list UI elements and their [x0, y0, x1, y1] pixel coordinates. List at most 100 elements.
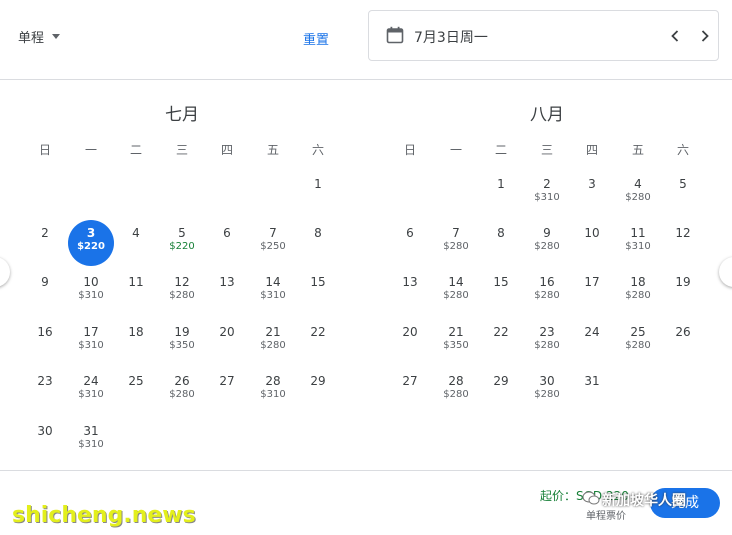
- calendar-day[interactable]: 6: [204, 220, 250, 266]
- calendar-day[interactable]: 24 $310: [68, 368, 114, 414]
- calendar-day[interactable]: 5: [660, 171, 706, 217]
- day-number: 1: [314, 177, 322, 191]
- calendar-day[interactable]: 9: [22, 269, 68, 315]
- calendar-day[interactable]: 28 $310: [250, 368, 296, 414]
- calendar-day[interactable]: 18: [113, 319, 159, 365]
- calendar-day[interactable]: 11: [113, 269, 159, 315]
- calendar-day[interactable]: 13: [387, 269, 433, 315]
- day-number: 12: [174, 275, 190, 289]
- calendar-day[interactable]: 10 $310: [68, 269, 114, 315]
- calendar-day[interactable]: 9 $280: [524, 220, 570, 266]
- calendar-day[interactable]: 31: [569, 368, 615, 414]
- next-date-button[interactable]: [695, 26, 715, 46]
- calendar-day[interactable]: 31 $310: [68, 418, 114, 464]
- previous-month-button[interactable]: [0, 257, 10, 287]
- calendar-day[interactable]: 18 $280: [615, 269, 661, 315]
- day-number: 4: [132, 226, 140, 240]
- next-month-button[interactable]: [719, 257, 732, 287]
- calendar-day[interactable]: 29: [295, 368, 341, 414]
- calendar-day[interactable]: 19: [660, 269, 706, 315]
- calendar-day[interactable]: 14 $280: [433, 269, 479, 315]
- reset-button[interactable]: 重置: [303, 29, 329, 48]
- calendar-day[interactable]: 19 $350: [159, 319, 205, 365]
- calendar-day[interactable]: 20: [204, 319, 250, 365]
- calendar-day-selected[interactable]: 3 $220: [68, 220, 114, 266]
- calendar-day[interactable]: 29: [478, 368, 524, 414]
- day-price: $310: [78, 439, 104, 450]
- calendar-day[interactable]: 17 $310: [68, 319, 114, 365]
- day-number: 8: [314, 226, 322, 240]
- trip-type-dropdown[interactable]: 单程: [18, 27, 61, 46]
- day-number: 25: [630, 325, 646, 339]
- calendar-day[interactable]: 26: [660, 319, 706, 365]
- calendar-day[interactable]: 22: [478, 319, 524, 365]
- calendar-day[interactable]: 4 $280: [615, 171, 661, 217]
- previous-date-button[interactable]: [665, 26, 685, 46]
- calendar-day[interactable]: 12: [660, 220, 706, 266]
- calendar-day[interactable]: 20: [387, 319, 433, 365]
- calendar-day[interactable]: 25 $280: [615, 319, 661, 365]
- day-price: $280: [625, 290, 651, 301]
- calendar-day[interactable]: 4: [113, 220, 159, 266]
- day-price: $310: [534, 192, 560, 203]
- day-number: 6: [406, 226, 414, 240]
- calendar-day[interactable]: 23: [22, 368, 68, 414]
- calendar-day[interactable]: 27: [204, 368, 250, 414]
- calendar-day[interactable]: 3: [569, 171, 615, 217]
- calendar-day[interactable]: 17: [569, 269, 615, 315]
- day-number: 12: [675, 226, 691, 240]
- calendar-day[interactable]: 7 $280: [433, 220, 479, 266]
- day-price: $310: [260, 290, 286, 301]
- day-price: $280: [534, 241, 560, 252]
- weekday-label: 六: [676, 143, 689, 157]
- day-number: 14: [448, 275, 464, 289]
- weekday-label: 日: [38, 143, 51, 157]
- day-number: 29: [310, 374, 326, 388]
- calendar-day[interactable]: 30: [22, 418, 68, 464]
- calendar-day[interactable]: 16: [22, 319, 68, 365]
- day-price: $280: [443, 290, 469, 301]
- day-number: 2: [543, 177, 551, 191]
- calendar-day[interactable]: 5 $220: [159, 220, 205, 266]
- day-price: $310: [625, 241, 651, 252]
- day-number: 28: [265, 374, 281, 388]
- day-number: 5: [178, 226, 186, 240]
- calendar-day[interactable]: 30 $280: [524, 368, 570, 414]
- calendar-day[interactable]: 2: [22, 220, 68, 266]
- calendar-day[interactable]: 15: [295, 269, 341, 315]
- day-number: 5: [679, 177, 687, 191]
- calendar-day[interactable]: 16 $280: [524, 269, 570, 315]
- calendar-day[interactable]: 2 $310: [524, 171, 570, 217]
- calendar-day[interactable]: 8: [295, 220, 341, 266]
- calendar-day[interactable]: 25: [113, 368, 159, 414]
- calendar-day[interactable]: 10: [569, 220, 615, 266]
- day-number: 7: [452, 226, 460, 240]
- day-number: 7: [269, 226, 277, 240]
- calendar-day[interactable]: 13: [204, 269, 250, 315]
- day-number: 19: [675, 275, 691, 289]
- day-price: $280: [534, 389, 560, 400]
- calendar-day[interactable]: 14 $310: [250, 269, 296, 315]
- day-number: 2: [41, 226, 49, 240]
- calendar-day[interactable]: 11 $310: [615, 220, 661, 266]
- day-number: 26: [675, 325, 691, 339]
- calendar-day[interactable]: 6: [387, 220, 433, 266]
- calendar-day[interactable]: 21 $350: [433, 319, 479, 365]
- calendar-day[interactable]: 23 $280: [524, 319, 570, 365]
- day-number: 22: [310, 325, 326, 339]
- day-price: $280: [169, 290, 195, 301]
- calendar-day[interactable]: 21 $280: [250, 319, 296, 365]
- calendar-day[interactable]: 24: [569, 319, 615, 365]
- calendar-day[interactable]: 1: [295, 171, 341, 217]
- calendar-day[interactable]: 26 $280: [159, 368, 205, 414]
- calendar-day[interactable]: 15: [478, 269, 524, 315]
- calendar-day[interactable]: 12 $280: [159, 269, 205, 315]
- calendar-day[interactable]: 28 $280: [433, 368, 479, 414]
- date-field[interactable]: 7月3日周一: [368, 10, 719, 61]
- calendar-day[interactable]: 8: [478, 220, 524, 266]
- calendar-day[interactable]: 7 $250: [250, 220, 296, 266]
- calendar-day[interactable]: 27: [387, 368, 433, 414]
- calendar-day[interactable]: 1: [478, 171, 524, 217]
- day-number: 26: [174, 374, 190, 388]
- calendar-day[interactable]: 22: [295, 319, 341, 365]
